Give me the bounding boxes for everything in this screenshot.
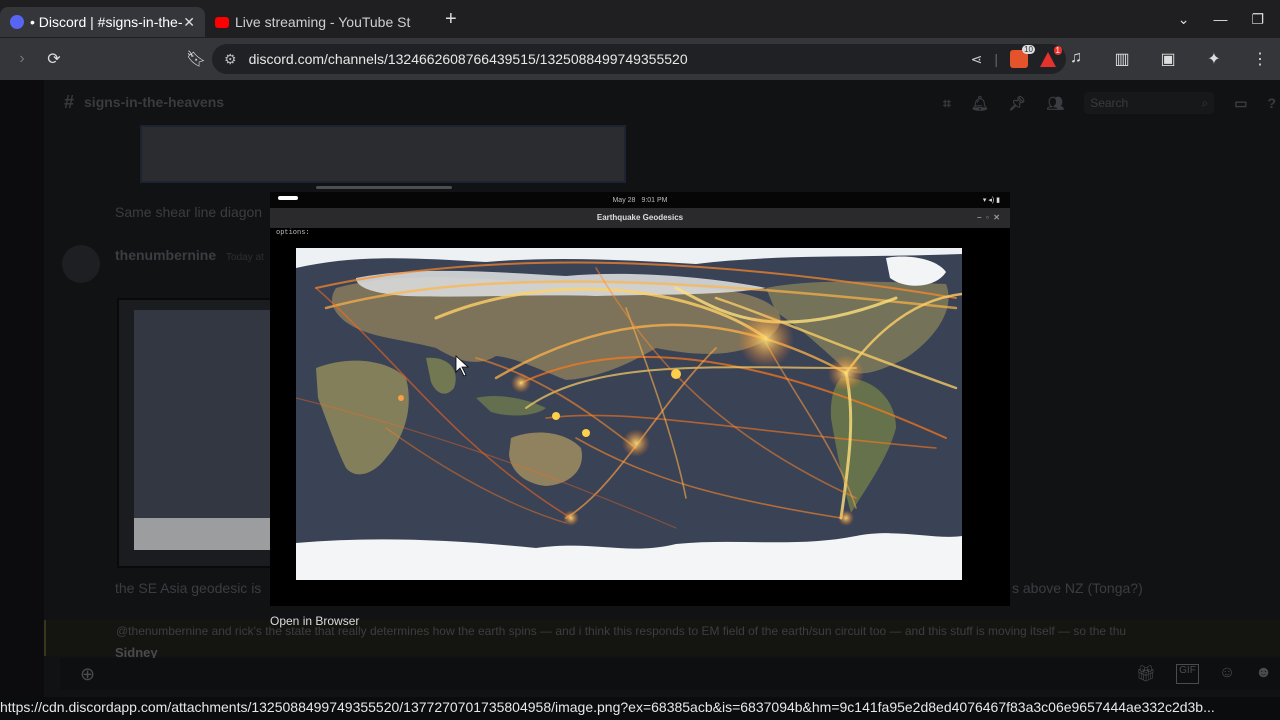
- tab-search-chevron-icon[interactable]: ⌄: [1178, 11, 1190, 28]
- emoji-icon[interactable]: ☻: [1255, 664, 1272, 684]
- tab-title: • Discord | #signs-in-the-: [30, 14, 183, 30]
- shields-badge: 10: [1022, 45, 1035, 54]
- site-info-icon[interactable]: ⚙: [224, 51, 237, 68]
- options-label: options:: [276, 229, 310, 237]
- link-status-bar: https://cdn.discordapp.com/attachments/1…: [0, 697, 1280, 720]
- window-titlebar: Earthquake Geodesics – ▫ ✕: [270, 208, 1010, 228]
- tab-title: Live streaming - YouTube St: [235, 14, 411, 30]
- map-thumbnail-antarctica: [134, 518, 274, 550]
- hash-icon: #: [64, 91, 75, 112]
- extensions-area: ♫ ▥ ▣ ✦ ⋮: [1060, 49, 1280, 69]
- inbox-icon[interactable]: ▭: [1234, 95, 1247, 112]
- window-buttons: – ▫ ✕: [977, 213, 1000, 222]
- leo-ai-icon[interactable]: ✦: [1198, 49, 1230, 69]
- message-image-attachment[interactable]: [140, 125, 626, 183]
- message-image-attachment[interactable]: [117, 298, 277, 568]
- search-placeholder: Search: [1090, 96, 1129, 110]
- window-title: Earthquake Geodesics: [596, 213, 684, 222]
- system-tray-icons: ▾ ◂) ▮: [982, 197, 1000, 204]
- menu-icon[interactable]: ⋮: [1244, 49, 1276, 69]
- map-thumbnail: [134, 310, 274, 550]
- gift-icon[interactable]: 🎁︎: [1136, 664, 1156, 684]
- image-carousel-scrollbar[interactable]: [316, 186, 452, 189]
- avatar[interactable]: [62, 245, 100, 283]
- message-text: the SE Asia geodesic is: [115, 580, 262, 596]
- message-text-continued: s above NZ (Tonga?): [1012, 580, 1143, 596]
- sticker-icon[interactable]: ☺: [1219, 664, 1235, 684]
- channel-name: signs-in-the-heavens: [84, 94, 225, 110]
- composer-actions: 🎁︎ GIF ☺ ☻: [1136, 664, 1272, 684]
- add-attachment-icon[interactable]: ⊕: [80, 664, 95, 685]
- threads-icon[interactable]: ⌗: [943, 95, 951, 112]
- minimize-icon[interactable]: —: [1213, 11, 1227, 27]
- server-rail: [0, 80, 44, 697]
- reload-icon[interactable]: ⟳: [38, 49, 70, 69]
- message-timestamp: Today at: [226, 252, 264, 263]
- sidebar-icon[interactable]: ▥: [1106, 49, 1138, 69]
- brave-rewards-icon[interactable]: 1: [1040, 45, 1062, 67]
- status-url: https://cdn.discordapp.com/attachments/1…: [0, 699, 1215, 715]
- address-bar[interactable]: ⚙ discord.com/channels/13246626087664395…: [212, 44, 1066, 74]
- wallet-icon[interactable]: ▣: [1152, 49, 1184, 69]
- url-text: discord.com/channels/1324662608766439515…: [248, 51, 688, 67]
- notification-bell-icon[interactable]: 🔔︎: [971, 95, 989, 112]
- member-list-icon[interactable]: 👥︎: [1046, 95, 1064, 112]
- close-tab-icon[interactable]: ✕: [183, 14, 195, 31]
- screenshot-system-bar: May 28 9:01 PM ▾ ◂) ▮: [270, 192, 1010, 208]
- image-viewer: May 28 9:01 PM ▾ ◂) ▮ Earthquake Geodesi…: [270, 192, 1010, 606]
- earthquake-geodesic-map[interactable]: [296, 248, 962, 580]
- activities-indicator: [278, 196, 298, 200]
- forward-icon[interactable]: ›: [6, 50, 38, 68]
- author-name[interactable]: thenumbernine Today at: [115, 247, 264, 263]
- message-composer[interactable]: ⊕ 🎁︎ GIF ☺ ☻: [60, 658, 1280, 690]
- gif-icon[interactable]: GIF: [1176, 664, 1199, 684]
- search-icon: ⌕: [1201, 96, 1209, 110]
- new-tab-button[interactable]: +: [445, 8, 457, 31]
- browser-toolbar: › ⟳ 🔖︎ ⚙ discord.com/channels/1324662608…: [0, 38, 1280, 80]
- tab-discord[interactable]: • Discord | #signs-in-the- ✕: [0, 7, 205, 37]
- author-username[interactable]: thenumbernine: [115, 247, 216, 263]
- header-icons: ⌗ 🔔︎ 📌︎ 👥︎ Search ⌕ ▭ ?: [943, 92, 1280, 114]
- tab-bar: • Discord | #signs-in-the- ✕ Live stream…: [0, 0, 1280, 38]
- discord-favicon-icon: [10, 15, 24, 29]
- channel-header: # signs-in-the-heavens ⌗ 🔔︎ 📌︎ 👥︎ Search…: [44, 80, 1280, 124]
- media-icon[interactable]: ♫: [1060, 49, 1092, 69]
- system-date: May 28: [612, 196, 636, 204]
- brave-shields-icon[interactable]: 10: [1010, 45, 1035, 68]
- restore-icon[interactable]: ❐: [1251, 11, 1264, 28]
- bookmark-icon[interactable]: 🔖︎: [180, 49, 212, 69]
- pin-icon[interactable]: 📌︎: [1009, 95, 1027, 112]
- open-in-browser-link[interactable]: Open in Browser: [270, 614, 359, 628]
- youtube-favicon-icon: [215, 16, 229, 28]
- reply-preview[interactable]: @thenumbernine and rick's the state that…: [44, 620, 1280, 656]
- window-controls: ⌄ — ❐: [1178, 0, 1280, 38]
- tab-youtube[interactable]: Live streaming - YouTube St: [205, 7, 435, 37]
- address-bar-actions: ⋖ | 10 1: [970, 45, 1062, 68]
- share-icon[interactable]: ⋖: [971, 51, 983, 68]
- help-icon[interactable]: ?: [1267, 95, 1276, 111]
- world-map-svg: [296, 248, 962, 580]
- message-text: Same shear line diagon: [115, 204, 263, 220]
- system-time: 9:01 PM: [641, 196, 668, 204]
- reply-text: @thenumbernine and rick's the state that…: [116, 624, 1127, 638]
- search-input[interactable]: Search ⌕: [1084, 92, 1215, 114]
